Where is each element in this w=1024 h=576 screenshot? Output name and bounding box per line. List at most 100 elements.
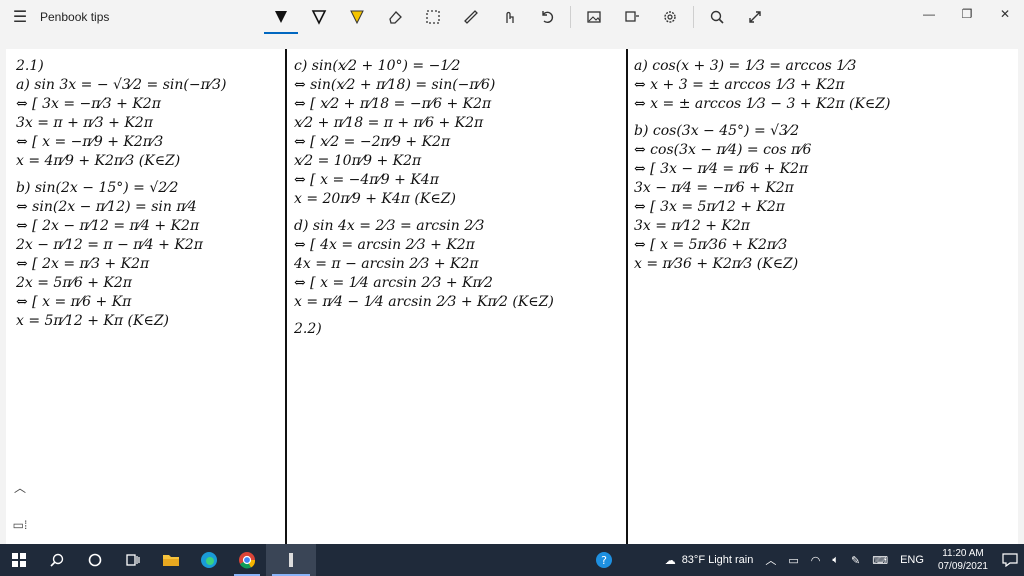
math-line: ⇔ cos(3x − π⁄4) = cos π⁄6 [634,142,812,158]
toolbar-divider-2 [693,6,694,28]
math-line: ⇔ [ 2x − π⁄12 = π⁄4 + K2π [16,218,200,234]
clock-date: 07/09/2021 [937,561,988,572]
weather-text: 83°F Light rain [681,554,754,566]
math-line: ⇔ [ 2x = π⁄3 + K2π [16,256,150,272]
wifi-icon[interactable]: ◠ [805,544,827,576]
ruler-icon[interactable] [452,0,490,34]
column-divider [285,49,287,544]
clock-time: 11:20 AM [942,548,984,559]
hamburger-menu-icon[interactable]: ☰ [0,0,40,34]
math-line: 3x − π⁄4 = −π⁄6 + K2π [634,180,794,196]
task-view-icon[interactable] [114,544,152,576]
math-column-3: a) cos(x + 3) = 1⁄3 = arccos 1⁄3 ⇔ x + 3 … [634,57,1004,274]
math-column-1: 2.1) a) sin 3x = − √3⁄2 = sin(−π⁄3) ⇔ [ 3x… [16,57,281,331]
highlighter-icon[interactable] [338,0,376,34]
math-line: x = π⁄36 + K2π⁄3 (K∈Z) [634,256,799,272]
ink-canvas[interactable]: 2.1) a) sin 3x = − √3⁄2 = sin(−π⁄3) ⇔ [ 3x… [6,49,1018,544]
math-line: c) sin(x⁄2 + 10°) = −1⁄2 [294,58,461,74]
math-line: x = 5π⁄12 + Kπ (K∈Z) [16,313,170,329]
math-line: a) sin 3x = − √3⁄2 = sin(−π⁄3) [16,77,227,93]
math-line: b) cos(3x − 45°) = √3⁄2 [634,123,800,139]
chrome-browser-icon[interactable] [228,544,266,576]
cortana-icon[interactable] [76,544,114,576]
column-divider [626,49,628,544]
math-line [294,312,622,320]
app-title: Penbook tips [40,10,110,24]
windows-start-icon[interactable] [0,544,38,576]
help-icon[interactable]: ? [589,544,619,576]
shapes-icon[interactable] [613,0,651,34]
math-line: 2x − π⁄12 = π − π⁄4 + K2π [16,237,203,253]
search-icon[interactable] [38,544,76,576]
pen-black-2-icon[interactable] [300,0,338,34]
page-panel-icon[interactable]: ▭⁞ [8,514,32,536]
battery-icon[interactable]: ▭ [782,544,804,576]
math-line: 3x = π⁄12 + K2π [634,218,750,234]
window-controls: — ❐ ✕ [910,0,1024,28]
pen-black-icon[interactable] [262,0,300,34]
pen-workspace-icon[interactable]: ✎ [845,544,866,576]
toolbar-divider [570,6,571,28]
math-line: a) cos(x + 3) = 1⁄3 = arccos 1⁄3 [634,58,857,74]
math-line: ⇔ x = ± arccos 1⁄3 − 3 + K2π (K∈Z) [634,96,891,112]
chevron-up-tray-icon[interactable]: ︿ [759,544,782,576]
image-icon[interactable] [575,0,613,34]
math-line: ⇔ sin(x⁄2 + π⁄18) = sin(−π⁄6) [294,77,496,93]
math-line: x⁄2 = 10π⁄9 + K2π [294,153,422,169]
math-line [16,171,281,179]
title-bar: ☰ Penbook tips — ❐ ✕ [0,0,1024,34]
math-line: ⇔ [ x = 1⁄4 arcsin 2⁄3 + Kπ⁄2 [294,275,493,291]
math-line: ⇔ [ x⁄2 = −2π⁄9 + K2π [294,134,451,150]
lasso-select-icon[interactable] [414,0,452,34]
weather-widget[interactable]: ☁ 83°F Light rain [659,544,760,576]
settings-icon[interactable] [651,0,689,34]
math-column-2: c) sin(x⁄2 + 10°) = −1⁄2 ⇔ sin(x⁄2 + π⁄18… [294,57,622,339]
notifications-icon[interactable] [996,544,1024,576]
math-line: ⇔ [ x = 5π⁄36 + K2π⁄3 [634,237,788,253]
math-line: 2.1) [16,58,44,74]
touch-keyboard-icon[interactable]: ⌨ [866,544,894,576]
math-line: ⇔ [ 4x = arcsin 2⁄3 + K2π [294,237,475,253]
language-indicator[interactable]: ENG [894,544,930,576]
math-line: 3x = π + π⁄3 + K2π [16,115,153,131]
math-line: ⇔ sin(2x − π⁄12) = sin π⁄4 [16,199,197,215]
math-line: 4x = π − arcsin 2⁄3 + K2π [294,256,479,272]
math-line: ⇔ [ x⁄2 + π⁄18 = −π⁄6 + K2π [294,96,492,112]
taskbar: ? ☁ 83°F Light rain ︿ ▭ ◠ 🔈︎ ✎ ⌨ ENG 11:… [0,544,1024,576]
math-line: ⇔ [ 3x − π⁄4 = π⁄6 + K2π [634,161,809,177]
math-line: d) sin 4x = 2⁄3 = arcsin 2⁄3 [294,218,485,234]
volume-icon[interactable]: 🔈︎ [826,544,845,576]
zoom-icon[interactable] [698,0,736,34]
fullscreen-icon[interactable] [736,0,774,34]
touch-writing-icon[interactable] [490,0,528,34]
minimize-icon[interactable]: — [910,0,948,28]
svg-text:?: ? [601,554,607,567]
chevron-up-icon[interactable]: ︿ [8,476,32,498]
math-line: x = 20π⁄9 + K4π (K∈Z) [294,191,456,207]
system-tray: ? ☁ 83°F Light rain ︿ ▭ ◠ 🔈︎ ✎ ⌨ ENG 11:… [589,544,1024,576]
undo-icon[interactable] [528,0,566,34]
math-line: ⇔ [ 3x = 5π⁄12 + K2π [634,199,785,215]
math-line: x⁄2 + π⁄18 = π + π⁄6 + K2π [294,115,484,131]
edge-browser-icon[interactable] [190,544,228,576]
math-line: 2.2) [294,321,322,337]
close-icon[interactable]: ✕ [986,0,1024,28]
math-line [634,114,1004,122]
file-explorer-icon[interactable] [152,544,190,576]
maximize-icon[interactable]: ❐ [948,0,986,28]
cloud-rain-icon: ☁ [664,554,676,567]
math-line [294,209,622,217]
math-line: x = 4π⁄9 + K2π⁄3 (K∈Z) [16,153,181,169]
penbook-app-icon[interactable] [266,544,316,576]
math-line: 2x = 5π⁄6 + K2π [16,275,132,291]
eraser-icon[interactable] [376,0,414,34]
math-line: x = π⁄4 − 1⁄4 arcsin 2⁄3 + Kπ⁄2 (K∈Z) [294,294,554,310]
math-line: ⇔ [ x = −π⁄9 + K2π⁄3 [16,134,164,150]
math-line: ⇔ x + 3 = ± arccos 1⁄3 + K2π [634,77,845,93]
toolbar [262,0,774,34]
math-line: b) sin(2x − 15°) = √2⁄2 [16,180,179,196]
clock[interactable]: 11:20 AM 07/09/2021 [930,547,996,573]
math-line: ⇔ [ x = −4π⁄9 + K4π [294,172,439,188]
math-line: ⇔ [ 3x = −π⁄3 + K2π [16,96,161,112]
math-line: ⇔ [ x = π⁄6 + Kπ [16,294,132,310]
